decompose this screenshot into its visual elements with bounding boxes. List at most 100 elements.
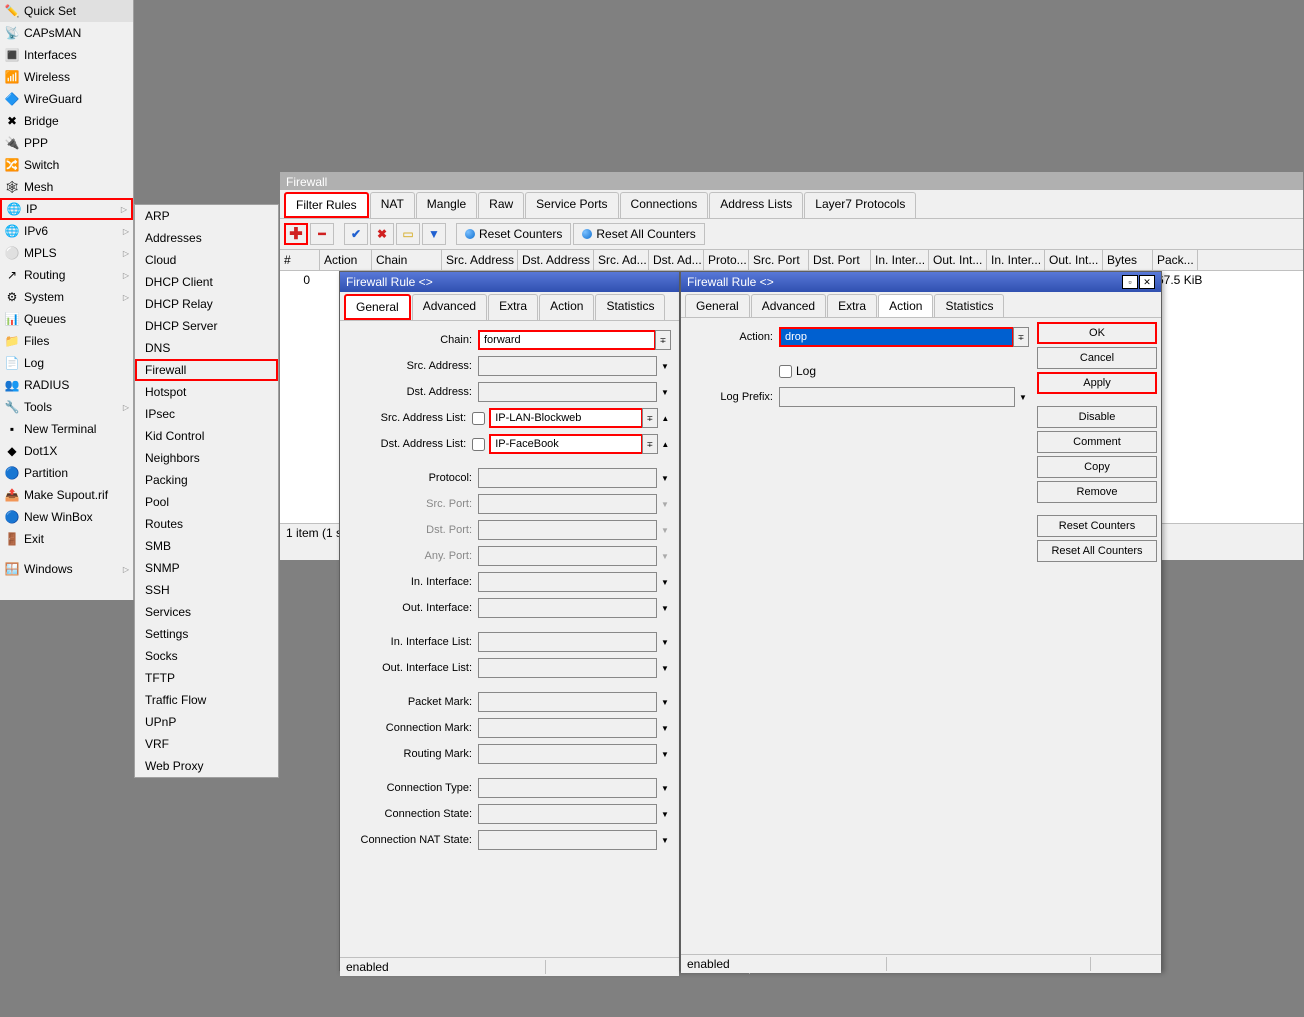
- expand-icon[interactable]: ▼: [659, 388, 671, 397]
- dialog1-tab-statistics[interactable]: Statistics: [595, 294, 665, 320]
- submenu-routes[interactable]: Routes: [135, 513, 278, 535]
- submenu-vrf[interactable]: VRF: [135, 733, 278, 755]
- sidebar-ppp[interactable]: 🔌PPP: [0, 132, 133, 154]
- expand-icon[interactable]: ▼: [659, 836, 671, 845]
- dialog1-tab-action[interactable]: Action: [539, 294, 594, 320]
- log-prefix-input[interactable]: [779, 387, 1015, 407]
- col-action[interactable]: Action: [320, 250, 372, 270]
- col-num[interactable]: #: [280, 250, 320, 270]
- reset-all-counters-button[interactable]: Reset All Counters: [1037, 540, 1157, 562]
- sidebar-files[interactable]: 📁Files: [0, 330, 133, 352]
- sidebar-windows[interactable]: 🪟Windows▷: [0, 558, 133, 580]
- in-iface-list-input[interactable]: [478, 632, 657, 652]
- col-dst-ad[interactable]: Dst. Ad...: [649, 250, 704, 270]
- col-chain[interactable]: Chain: [372, 250, 442, 270]
- sidebar-wireless[interactable]: 📶Wireless: [0, 66, 133, 88]
- dialog2-titlebar[interactable]: Firewall Rule <> ▫ ✕: [681, 272, 1161, 292]
- sidebar-routing[interactable]: ↗Routing▷: [0, 264, 133, 286]
- comment-button[interactable]: Comment: [1037, 431, 1157, 453]
- dialog1-titlebar[interactable]: Firewall Rule <>: [340, 272, 679, 292]
- submenu-services[interactable]: Services: [135, 601, 278, 623]
- expand-icon[interactable]: ▼: [659, 638, 671, 647]
- src-list-negate[interactable]: [472, 412, 485, 425]
- submenu-firewall[interactable]: Firewall: [135, 359, 278, 381]
- ok-button[interactable]: OK: [1037, 322, 1157, 344]
- sidebar-queues[interactable]: 📊Queues: [0, 308, 133, 330]
- restore-button[interactable]: ▫: [1122, 275, 1138, 289]
- close-button[interactable]: ✕: [1139, 275, 1155, 289]
- submenu-hotspot[interactable]: Hotspot: [135, 381, 278, 403]
- sidebar-tools[interactable]: 🔧Tools▷: [0, 396, 133, 418]
- dialog1-tab-extra[interactable]: Extra: [488, 294, 538, 320]
- sidebar-radius[interactable]: 👥RADIUS: [0, 374, 133, 396]
- sidebar-wireguard[interactable]: 🔷WireGuard: [0, 88, 133, 110]
- enable-button[interactable]: ✔: [344, 223, 368, 245]
- expand-icon[interactable]: ▼: [659, 526, 671, 535]
- expand-icon[interactable]: ▼: [659, 474, 671, 483]
- sidebar-mesh[interactable]: 🕸Mesh: [0, 176, 133, 198]
- chain-input[interactable]: [478, 330, 656, 350]
- expand-icon[interactable]: ▼: [659, 810, 671, 819]
- submenu-neighbors[interactable]: Neighbors: [135, 447, 278, 469]
- sidebar-switch[interactable]: 🔀Switch: [0, 154, 133, 176]
- dst-addr-input[interactable]: [478, 382, 657, 402]
- sidebar-quickset[interactable]: ✏️Quick Set: [0, 0, 133, 22]
- sidebar-bridge[interactable]: ✖Bridge: [0, 110, 133, 132]
- disable-button[interactable]: ✖: [370, 223, 394, 245]
- col-out-int2[interactable]: Out. Int...: [1045, 250, 1103, 270]
- col-src-addr[interactable]: Src. Address: [442, 250, 518, 270]
- expand-icon[interactable]: ▼: [659, 784, 671, 793]
- submenu-traffic-flow[interactable]: Traffic Flow: [135, 689, 278, 711]
- in-iface-input[interactable]: [478, 572, 657, 592]
- packet-mark-input[interactable]: [478, 692, 657, 712]
- src-addr-input[interactable]: [478, 356, 657, 376]
- dialog2-tab-general[interactable]: General: [685, 294, 750, 317]
- col-out-int[interactable]: Out. Int...: [929, 250, 987, 270]
- expand-icon[interactable]: ▼: [1017, 393, 1029, 402]
- out-iface-input[interactable]: [478, 598, 657, 618]
- sidebar-capsman[interactable]: 📡CAPsMAN: [0, 22, 133, 44]
- expand-icon[interactable]: ▼: [659, 500, 671, 509]
- dst-list-input[interactable]: [489, 434, 643, 454]
- disable-button[interactable]: Disable: [1037, 406, 1157, 428]
- col-packets[interactable]: Pack...: [1153, 250, 1198, 270]
- tab-layer7[interactable]: Layer7 Protocols: [804, 192, 916, 218]
- routing-mark-input[interactable]: [478, 744, 657, 764]
- dropdown-icon[interactable]: ∓: [642, 408, 657, 428]
- submenu-packing[interactable]: Packing: [135, 469, 278, 491]
- col-dst-addr[interactable]: Dst. Address: [518, 250, 594, 270]
- src-port-input[interactable]: [478, 494, 657, 514]
- any-port-input[interactable]: [478, 546, 657, 566]
- reset-counters-button[interactable]: Reset Counters: [1037, 515, 1157, 537]
- sidebar-supout[interactable]: 📤Make Supout.rif: [0, 484, 133, 506]
- submenu-tftp[interactable]: TFTP: [135, 667, 278, 689]
- src-list-input[interactable]: [489, 408, 643, 428]
- submenu-ssh[interactable]: SSH: [135, 579, 278, 601]
- submenu-dhcp-relay[interactable]: DHCP Relay: [135, 293, 278, 315]
- dialog2-tab-advanced[interactable]: Advanced: [751, 294, 826, 317]
- remove-button[interactable]: ━: [310, 223, 334, 245]
- sidebar-exit[interactable]: 🚪Exit: [0, 528, 133, 550]
- col-bytes[interactable]: Bytes: [1103, 250, 1153, 270]
- copy-button[interactable]: Copy: [1037, 456, 1157, 478]
- remove-button[interactable]: Remove: [1037, 481, 1157, 503]
- expand-icon[interactable]: ▼: [659, 362, 671, 371]
- expand-icon[interactable]: ▼: [659, 664, 671, 673]
- firewall-titlebar[interactable]: Firewall: [280, 172, 1303, 190]
- sidebar-winbox[interactable]: 🔵New WinBox: [0, 506, 133, 528]
- dropdown-icon[interactable]: ∓: [655, 330, 671, 350]
- collapse-icon[interactable]: ▲: [660, 440, 671, 449]
- submenu-socks[interactable]: Socks: [135, 645, 278, 667]
- dst-list-negate[interactable]: [472, 438, 485, 451]
- submenu-snmp[interactable]: SNMP: [135, 557, 278, 579]
- dialog1-tab-advanced[interactable]: Advanced: [412, 294, 487, 320]
- col-in-inter2[interactable]: In. Inter...: [987, 250, 1045, 270]
- expand-icon[interactable]: ▼: [659, 750, 671, 759]
- submenu-web-proxy[interactable]: Web Proxy: [135, 755, 278, 777]
- tab-filter-rules[interactable]: Filter Rules: [284, 192, 369, 218]
- conn-state-input[interactable]: [478, 804, 657, 824]
- col-proto[interactable]: Proto...: [704, 250, 749, 270]
- submenu-cloud[interactable]: Cloud: [135, 249, 278, 271]
- sidebar-partition[interactable]: 🔵Partition: [0, 462, 133, 484]
- protocol-input[interactable]: [478, 468, 657, 488]
